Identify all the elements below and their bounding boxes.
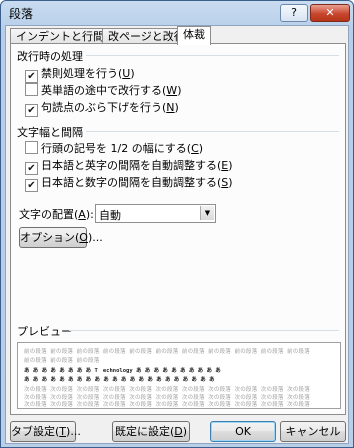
preview-previous-paragraph: 前の段落 前の段落 前の段落 前の段落 前の段落 前の段落 前の段落 前の段落 … [24, 349, 310, 355]
title-bar[interactable]: 段落 ? ✕ [1, 1, 353, 23]
asian-typography-panel: 改行時の処理 ✔ 禁則処理を行う(U) 英単語の途中で改行する(W) ✔ 句読点のぶ… [10, 43, 346, 415]
dialog-title: 段落 [9, 7, 34, 21]
text-alignment-select[interactable]: 自動 ▼ [95, 204, 216, 223]
preview-section-title: プレビュー [17, 325, 72, 338]
tab-asian-typography[interactable]: 体裁 [177, 26, 211, 45]
preview-sample-text: あ あ あ あ あ あ あ あ Tㅤechnology あ あ あ あ あ あ … [24, 368, 221, 374]
kinsoku-checkbox[interactable]: ✔ 禁則処理を行う(U) [25, 65, 135, 83]
spacing-section-title: 文字幅と間隔 [17, 126, 83, 139]
section-divider [69, 330, 339, 331]
line-break-section-title: 改行時の処理 [17, 50, 83, 63]
text-alignment-label: 文字の配置(A): [19, 208, 94, 221]
dialog-client-area: インデントと行間隔 改ページと改行 体裁 改行時の処理 ✔ 禁則処理を行う(U) … [5, 25, 349, 444]
checkbox-checked-icon: ✔ [25, 179, 38, 192]
text-alignment-value: 自動 [99, 209, 121, 222]
auto-space-alpha-checkbox[interactable]: ✔ 日本語と英字の間隔を自動調整する(E) [25, 157, 233, 175]
auto-space-numeric-checkbox[interactable]: ✔ 日本語と数字の間隔を自動調整する(S) [25, 174, 233, 192]
section-divider [86, 131, 339, 132]
preview-next-paragraph: 次の段落 次の段落 次の段落 次の段落 次の段落 次の段落 次の段落 次の段落 … [24, 387, 310, 393]
cancel-button[interactable]: キャンセル [280, 421, 346, 442]
set-as-default-button[interactable]: 既定に設定(D) [112, 421, 190, 442]
ok-button[interactable]: OK [210, 421, 276, 442]
checkbox-unchecked-icon [25, 141, 38, 154]
close-button[interactable]: ✕ [310, 4, 350, 22]
hanging-punctuation-checkbox[interactable]: ✔ 句読点のぶら下げを行う(N) [25, 99, 179, 117]
preview-next-paragraph: 次の段落 次の段落 次の段落 次の段落 次の段落 次の段落 次の段落 次の段落 … [24, 402, 310, 408]
compress-punctuation-checkbox[interactable]: 行頭の記号を 1/2 の幅にする(C) [25, 140, 203, 155]
preview-previous-paragraph: 前の段落 前の段落 前の段落 [24, 358, 100, 364]
options-button[interactable]: オプション(O)... [19, 227, 103, 248]
paragraph-dialog: 段落 ? ✕ インデントと行間隔 改ページと改行 体裁 改行時の処理 ✔ 禁則処理… [0, 0, 354, 448]
dropdown-arrow-icon[interactable]: ▼ [200, 206, 214, 220]
tab-settings-button[interactable]: タブ設定(T)... [10, 421, 81, 442]
preview-box: 前の段落 前の段落 前の段落 前の段落 前の段落 前の段落 前の段落 前の段落 … [17, 342, 341, 409]
word-wrap-checkbox[interactable]: 英単語の途中で改行する(W) [25, 82, 181, 97]
help-button[interactable]: ? [280, 4, 308, 22]
preview-sample-text: あ あ あ あ あ あ あ あ あ あ あ あ あ あ あ あ あ あ あ あ … [24, 377, 215, 383]
checkbox-unchecked-icon [25, 83, 38, 96]
section-divider [86, 55, 339, 56]
checkbox-checked-icon: ✔ [25, 104, 38, 117]
